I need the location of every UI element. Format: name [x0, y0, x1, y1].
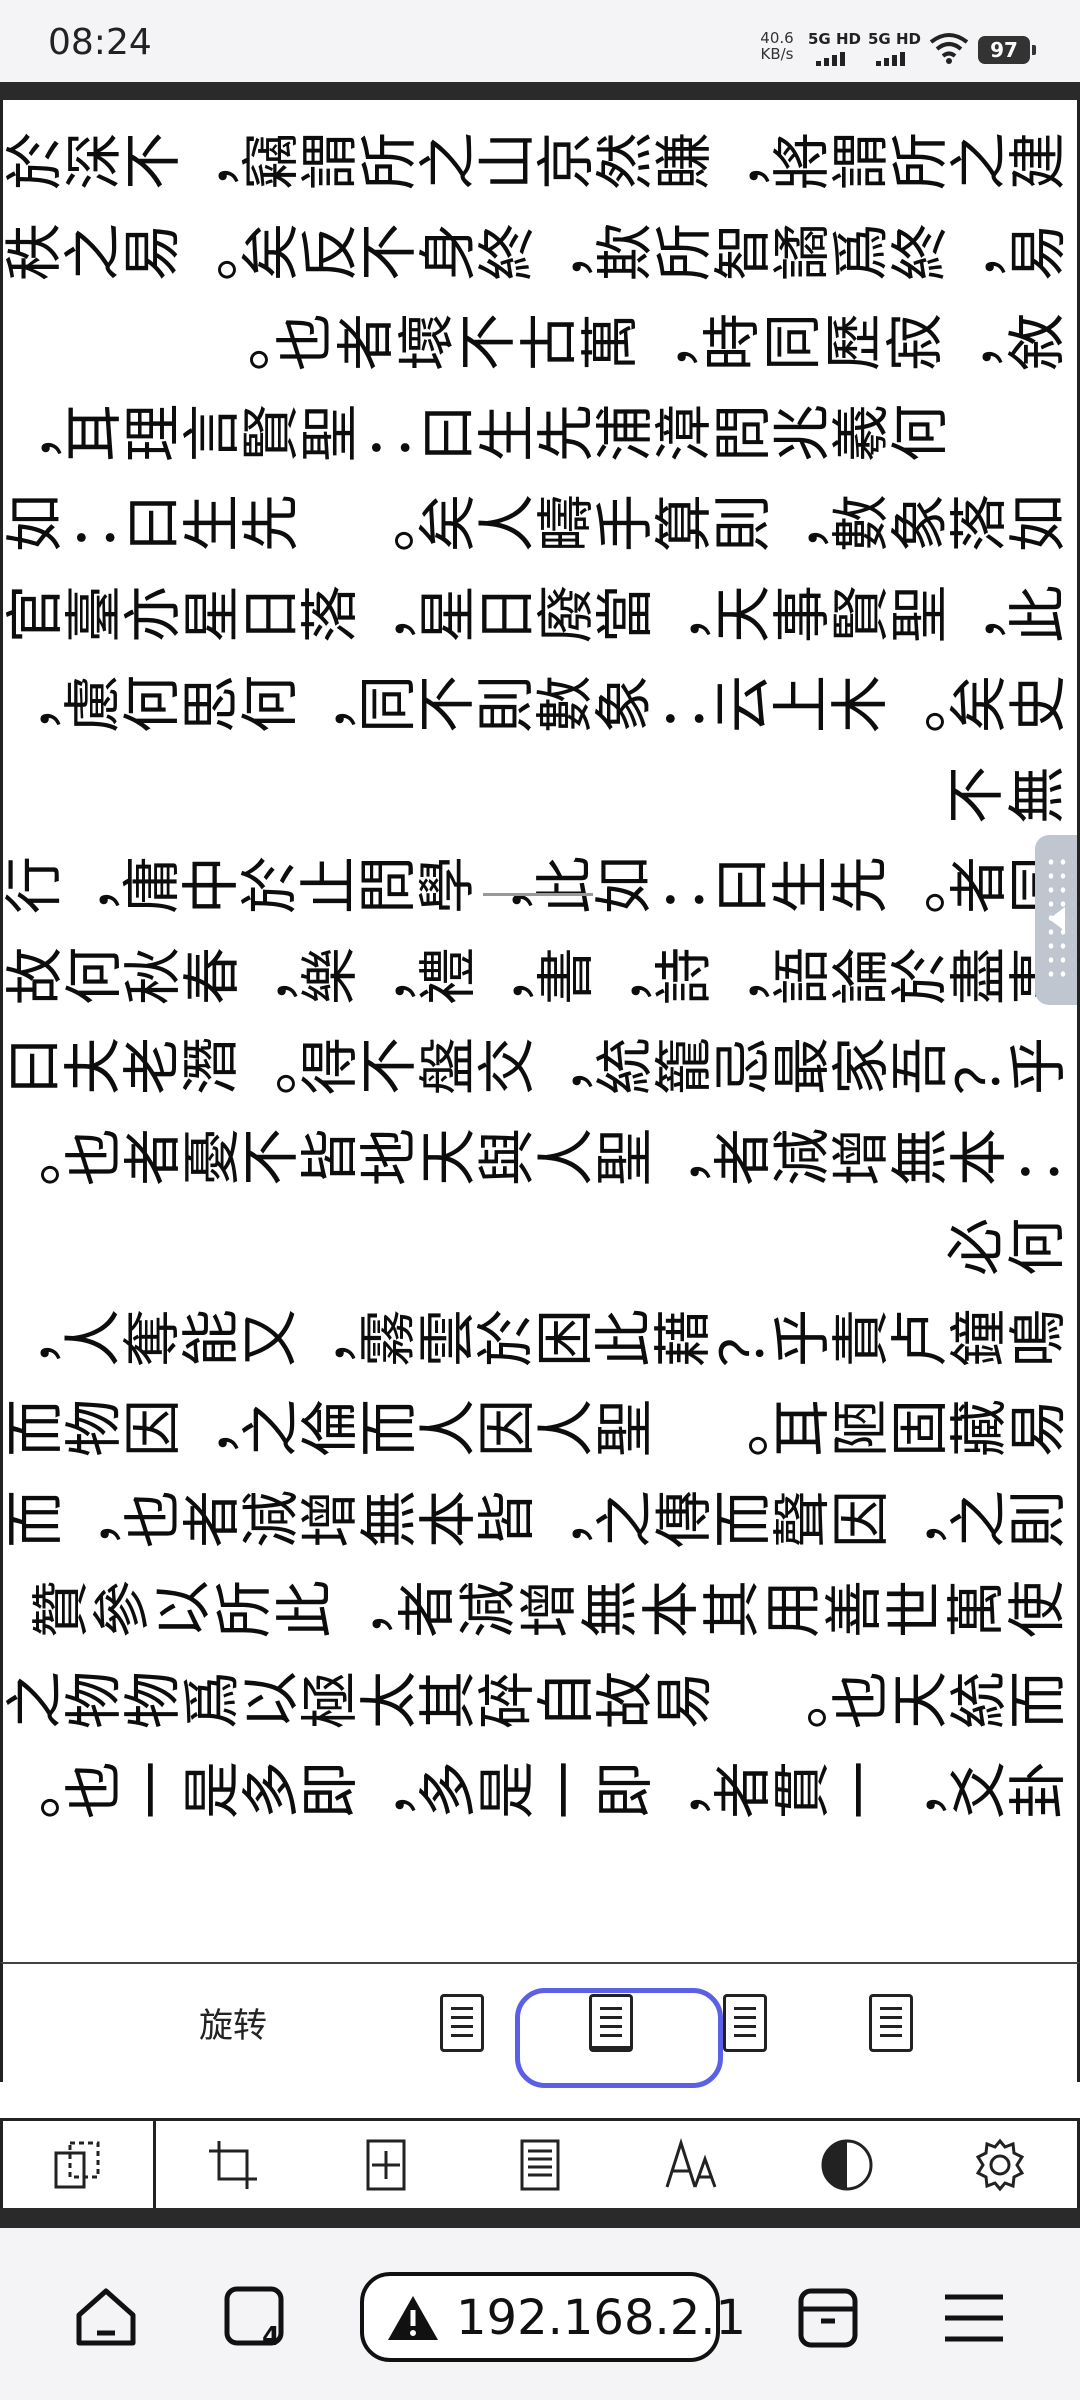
- document-page[interactable]: 建之所謂將，賺然京山之所謂竊，不深於易，終爲譎智所欺，終身不反矣。 易之秩敘，寂…: [0, 100, 1080, 1962]
- text-line: 易藏固陋耳。 聖人因人而倫之，因物而: [3, 1385, 1072, 1471]
- page-mode-icon: [54, 2141, 100, 2188]
- crop-icon: [208, 2140, 257, 2189]
- text-line: 鳴鐘卢責乎？ 藉此困於雲霧，又能奪人，: [3, 1295, 1072, 1381]
- glyph: 不: [942, 765, 1010, 824]
- signal-sim2-icon: 5G HD: [868, 30, 932, 70]
- browser-nav-bar: 4 192.168.2.1: [0, 2228, 1080, 2400]
- fit-width-icon: [366, 2139, 406, 2190]
- glyph: ，: [1, 403, 70, 462]
- glyph: 如: [1, 493, 70, 553]
- glyph: 。: [0, 1760, 69, 1820]
- font-size-icon: [665, 2137, 717, 2188]
- align-right-icon[interactable]: [723, 1994, 767, 2052]
- glyph: 。: [210, 313, 278, 372]
- text-line: 事盡於論語，詩，書，禮，樂，春秋何故作: [3, 933, 1072, 1019]
- contrast-tab[interactable]: [770, 2121, 924, 2208]
- crop-tab[interactable]: [156, 2121, 310, 2208]
- text-line: 同者。 先生曰：如此，學問止於中庸，行: [3, 842, 1072, 928]
- reader-mode-button[interactable]: [788, 2278, 868, 2358]
- text-line: ：本無增減者，聖人與天地皆不憂者也。: [3, 1114, 1072, 1200]
- glyph: ，: [0, 674, 68, 734]
- wifi-icon: [929, 33, 969, 64]
- text-line: 卦爻，一貫者，即一是多，即多是一也。: [3, 1747, 1072, 1833]
- text-layout-tab[interactable]: [463, 2121, 617, 2208]
- text-line: 此，聖賢事天，當廢日星，落日星亦臺官稗: [3, 571, 1072, 657]
- glyph: 秩: [0, 222, 68, 281]
- font-size-tab[interactable]: [617, 2121, 771, 2208]
- glyph: 能: [3, 1489, 19, 1547]
- signal-sim1-icon: 5G HD: [808, 30, 872, 70]
- status-bar: 08:24 40.6 KB/s 5G HD 5G HD 97: [0, 0, 1080, 82]
- glyph: 稗: [3, 584, 19, 642]
- clock: 08:24: [48, 22, 152, 63]
- text-line: 敘，寂歷同時，萬古不壞者也。: [5, 299, 1071, 385]
- glyph: 之: [1, 1670, 70, 1729]
- text-line: 而統天也。 易故自碎其太極以爲物物之: [3, 1657, 1072, 1743]
- settings-icon: [976, 2138, 1025, 2191]
- tab-count: 4: [262, 2322, 281, 2352]
- glyph: 行: [0, 855, 68, 915]
- warning-icon: [388, 2296, 438, 2340]
- url-text: 192.168.2.1: [456, 2290, 747, 2346]
- glyph: 而: [1, 1398, 70, 1458]
- glyph: 必: [942, 1218, 1010, 1277]
- glyph: ，: [0, 1308, 68, 1367]
- home-icon: [76, 2288, 136, 2346]
- glyph: 。: [0, 1127, 69, 1186]
- side-panel-handle[interactable]: [1035, 835, 1077, 1005]
- glyph: 作: [3, 946, 19, 1004]
- text-line: 無不: [5, 752, 1071, 838]
- settings-tab[interactable]: [924, 2121, 1078, 2208]
- glyph: 曰: [0, 1036, 68, 1096]
- reader-top-border: [0, 82, 1080, 100]
- network-speed: 40.6 KB/s: [760, 29, 794, 63]
- reader-bottom-border: [0, 2208, 1080, 2228]
- expand-arrow-icon: [1049, 907, 1065, 931]
- text-line: 何羲兆問漳浦先生曰：聖賢言理耳，: [3, 390, 1067, 476]
- text-line: 如落象數，則算手疇人矣。 先生曰：如: [3, 480, 1072, 566]
- glyph: 於: [0, 131, 69, 191]
- battery-indicator: 97: [978, 36, 1036, 64]
- text-line: 乎？吾家最忌籠統，交盤不得。 潛老夫曰: [3, 1023, 1072, 1109]
- align-bottom-icon[interactable]: [869, 1994, 913, 2052]
- rotate-button[interactable]: 旋转: [199, 1998, 267, 2047]
- reader-tabbar: [0, 2118, 1080, 2208]
- align-selected-highlight: [515, 1988, 723, 2088]
- glyph: 贊: [27, 1580, 95, 1639]
- text-line: 則之，因聲而傳之，皆本無增減者也，而能: [3, 1476, 1072, 1562]
- home-button[interactable]: [66, 2278, 146, 2358]
- address-bar[interactable]: 192.168.2.1: [360, 2272, 746, 2362]
- text-line: 建之所謂將，賺然京山之所謂竊，不深於: [3, 118, 1072, 204]
- tabs-button[interactable]: 4: [214, 2278, 294, 2358]
- align-top-icon[interactable]: [440, 1994, 484, 2052]
- text-layout-icon: [520, 2139, 560, 2190]
- text-line: 史矣。 木上云：象數則不同，何思何慮，: [3, 661, 1072, 747]
- contrast-icon: [821, 2139, 873, 2190]
- reader-tool-panel: 旋转: [0, 1962, 1080, 2088]
- page-break-mark: [483, 893, 593, 896]
- page-mode-tab[interactable]: [3, 2121, 156, 2208]
- text-line: 何必: [5, 1204, 1071, 1290]
- text-line: 使萬世善用其本無增減者，此所以參贊: [5, 1566, 1071, 1652]
- menu-icon: [945, 2294, 1003, 2342]
- fit-width-tab[interactable]: [310, 2121, 464, 2208]
- text-line: 易，終爲譎智所欺，終身不反矣。 易之秩: [3, 209, 1072, 295]
- menu-button[interactable]: [934, 2278, 1014, 2358]
- archive-icon: [798, 2288, 858, 2348]
